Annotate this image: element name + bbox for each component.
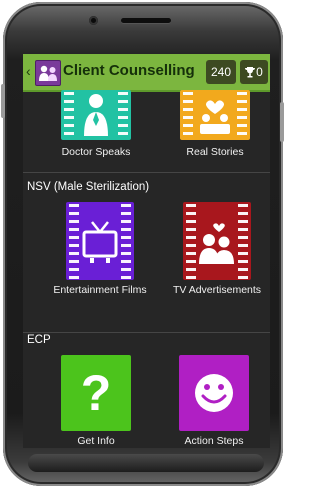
- get-info-label: Get Info: [77, 435, 115, 447]
- entertainment-films-label: Entertainment Films: [53, 284, 147, 296]
- smiley-icon: [195, 374, 233, 412]
- score-badge[interactable]: 240: [206, 60, 236, 84]
- real-stories-label: Real Stories: [186, 146, 244, 158]
- back-arrow-icon[interactable]: ‹: [26, 64, 34, 78]
- entertainment-films-thumbnail: [66, 202, 134, 280]
- tile-tv-advertisements[interactable]: TV Advertisements: [173, 202, 261, 296]
- question-mark-icon: ?: [80, 365, 112, 421]
- tv-advertisements-label: TV Advertisements: [172, 284, 262, 296]
- tv-icon: [82, 221, 118, 263]
- volume-button: [1, 84, 5, 118]
- home-bar: [28, 454, 264, 472]
- section-title-ecp: ECP: [27, 334, 51, 346]
- tile-action-steps[interactable]: Action Steps: [179, 355, 249, 447]
- trophy-icon: [245, 67, 256, 78]
- doctor-icon: [84, 94, 108, 136]
- app-bar: ‹ Client Counselling 240 0: [23, 54, 270, 92]
- real-stories-thumbnail: [180, 90, 250, 140]
- section-divider: [23, 332, 270, 333]
- front-camera: [89, 16, 98, 25]
- doctor-speaks-thumbnail: [61, 90, 131, 140]
- tile-entertainment-films[interactable]: Entertainment Films: [53, 202, 147, 296]
- action-steps-label: Action Steps: [184, 435, 244, 447]
- tile-real-stories[interactable]: Real Stories: [180, 90, 250, 158]
- earpiece-speaker: [121, 18, 171, 23]
- tv-advertisements-thumbnail: [183, 202, 251, 280]
- phone-frame: ‹ Client Counselling 240 0 Doctor Speaks…: [1, 2, 284, 486]
- tile-get-info[interactable]: ? Get Info: [61, 355, 131, 447]
- family-icon: [200, 100, 230, 134]
- content-list[interactable]: Doctor Speaks Real Stories NSV (Male Ste…: [23, 90, 270, 448]
- section-divider: [23, 172, 270, 173]
- page-title: Client Counselling: [63, 62, 195, 79]
- trophy-badge[interactable]: 0: [240, 60, 268, 84]
- doctor-speaks-label: Doctor Speaks: [61, 146, 131, 158]
- get-info-thumbnail: ?: [61, 355, 131, 431]
- trophy-count: 0: [256, 65, 263, 79]
- tile-doctor-speaks[interactable]: Doctor Speaks: [61, 90, 131, 158]
- app-logo-icon: [35, 60, 61, 86]
- action-steps-thumbnail: [179, 355, 249, 431]
- section-title-nsv: NSV (Male Sterilization): [27, 181, 150, 193]
- power-button: [280, 102, 284, 142]
- couple-heart-icon: [199, 223, 234, 264]
- screen: ‹ Client Counselling 240 0 Doctor Speaks…: [23, 54, 270, 448]
